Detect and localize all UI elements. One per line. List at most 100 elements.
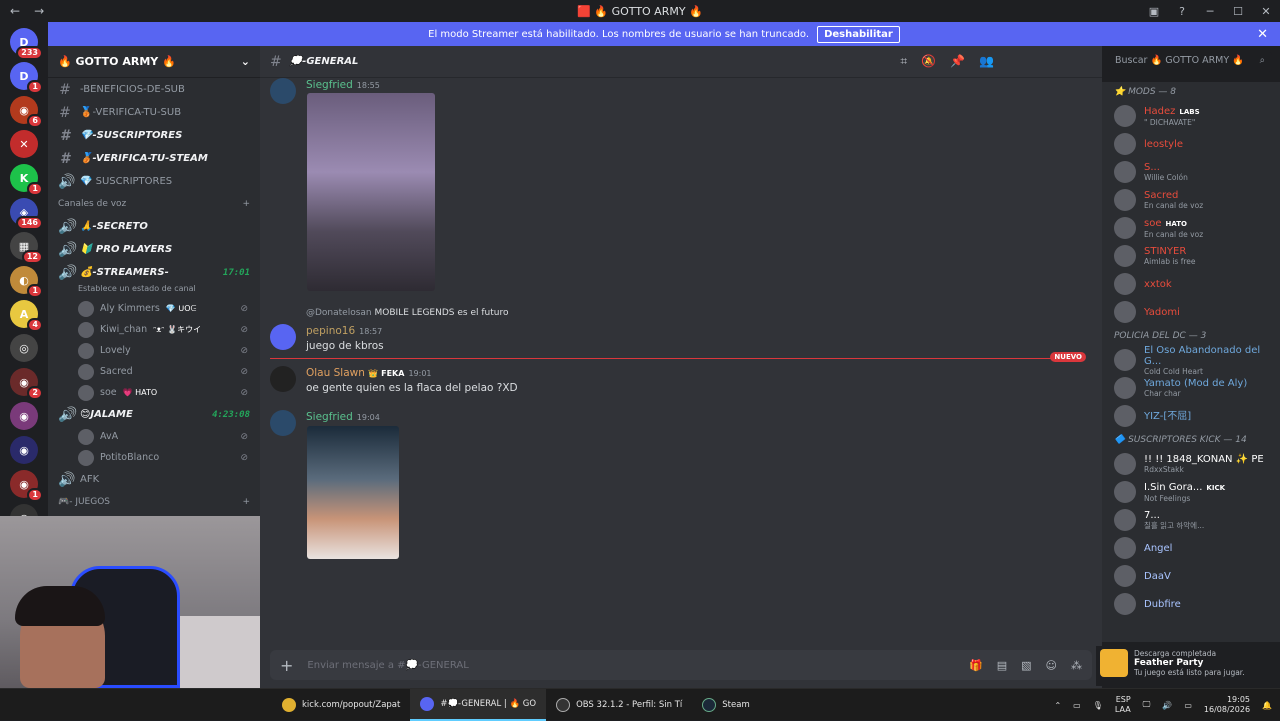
channel-status[interactable]: Establece un estado de canal [48, 284, 260, 298]
member-item[interactable]: STINYER Aimlab is free [1102, 242, 1280, 270]
server-icon[interactable]: D 233 [10, 28, 43, 60]
member-item[interactable]: leostyle [1102, 130, 1280, 158]
username[interactable]: pepino16 [306, 325, 355, 337]
inbox-icon[interactable]: ▣ [1140, 5, 1168, 18]
text-channel[interactable]: # 🥉-VERIFICA-TU-STEAM [48, 147, 260, 170]
guild-header[interactable]: 🔥 GOTTO ARMY 🔥 ⌄ [48, 46, 260, 78]
avatar[interactable] [270, 410, 296, 436]
member-item[interactable]: !! !! 1848_KONAN ✨ PE RdxxStakk [1102, 450, 1280, 478]
gift-icon[interactable]: 🎁 [969, 659, 983, 672]
member-item[interactable]: S... Willie Colón [1102, 158, 1280, 186]
member-item[interactable]: Yamato (Mod de Aly) Char char [1102, 374, 1280, 402]
avatar[interactable] [270, 78, 296, 104]
notification-icon[interactable]: 🔔 [1262, 701, 1272, 710]
server-icon[interactable]: ✕ [10, 130, 38, 158]
member-item[interactable]: DaaV [1102, 562, 1280, 590]
add-channel-icon[interactable]: + [242, 497, 250, 507]
voice-channel-jalame[interactable]: 🔊 😊JALAME 4:23:08 [48, 403, 260, 426]
gif-icon[interactable]: ▤ [997, 659, 1007, 672]
text-channel[interactable]: # -BENEFICIOS-DE-SUB [48, 78, 260, 101]
taskbar-app-obs[interactable]: OBS 32.1.2 - Perfil: Sin Tí [546, 689, 692, 721]
add-attachment-icon[interactable]: + [280, 656, 293, 675]
server-icon[interactable]: ▦ 12 [10, 232, 43, 264]
message-input[interactable]: + Enviar mensaje a #💭-GENERAL 🎁 ▤ ▧ ☺ ⁂ [270, 650, 1092, 680]
member-item[interactable]: El Oso Abandonado del G... Cold Cold Hear… [1102, 345, 1280, 376]
voice-channel-streamers[interactable]: 🔊 💰-STREAMERS- 17:01 [48, 261, 260, 284]
member-item[interactable]: Hadez LABS " DICHAVATE" [1102, 102, 1280, 130]
member-item[interactable]: YIZ-[不屈] [1102, 402, 1280, 430]
member-item[interactable]: 7... 칠흘 읽고 하악에... [1102, 506, 1280, 534]
voice-user[interactable]: PotitoBlanco ⊘ [48, 447, 260, 468]
member-item[interactable]: Yadomi [1102, 298, 1280, 326]
server-icon[interactable]: ◎ [10, 334, 38, 362]
voice-channel-secreto[interactable]: 🔊 🙏-SECRETO [48, 215, 260, 238]
voice-user[interactable]: Kiwi_chan ᵔᴥᵔ 🐰キウイ ⊘ [48, 319, 260, 340]
avatar[interactable] [270, 324, 296, 350]
search-input[interactable]: Buscar 🔥 GOTTO ARMY 🔥 ⌕ [1108, 52, 1272, 72]
tray-expand-icon[interactable]: ⌃ [1054, 701, 1061, 710]
games-category[interactable]: 🎮- JUEGOS + [48, 491, 260, 513]
text-channel[interactable]: # 💎-SUSCRIPTORES [48, 124, 260, 147]
maximize-button[interactable]: ☐ [1224, 5, 1252, 18]
server-icon[interactable]: ◐ 1 [10, 266, 43, 298]
member-item[interactable]: xxtok [1102, 270, 1280, 298]
voice-channel-afk[interactable]: 🔊 AFK [48, 468, 260, 491]
server-icon[interactable]: A4 [10, 300, 43, 332]
server-icon[interactable]: ◉ 2 [10, 368, 43, 400]
server-icon[interactable]: ◉ 1 [10, 470, 43, 502]
server-icon[interactable]: ◉ 6 [10, 96, 43, 128]
avatar[interactable] [270, 366, 296, 392]
taskbar-app-discord[interactable]: #💭-GENERAL | 🔥 GO [410, 688, 547, 721]
add-channel-icon[interactable]: + [242, 199, 250, 209]
disable-button[interactable]: Deshabilitar [817, 25, 900, 43]
voice-category[interactable]: Canales de voz + [48, 193, 260, 215]
server-icon[interactable]: ◈ 146 [10, 198, 43, 230]
text-channel[interactable]: 🔊 💎 SUSCRIPTORES [48, 170, 260, 193]
reply-reference[interactable]: @Donatelosan MOBILE LEGENDS es el futuro [306, 308, 508, 318]
voice-channel-pro-players[interactable]: 🔊 🔰 PRO PLAYERS [48, 238, 260, 261]
sticker-icon[interactable]: ▧ [1021, 659, 1031, 672]
server-icon[interactable]: D1 [10, 62, 43, 94]
taskbar-app-steam[interactable]: Steam [692, 689, 759, 721]
back-button[interactable]: ← [10, 4, 20, 18]
text-channel[interactable]: # 🥉-VERIFICA-TU-SUB [48, 101, 260, 124]
server-icon[interactable]: ◉ [10, 436, 38, 464]
member-item[interactable]: Dubfire [1102, 590, 1280, 618]
members-icon[interactable]: 👥 [979, 54, 994, 69]
banner-close-icon[interactable]: ✕ [1257, 27, 1268, 42]
forward-button[interactable]: → [34, 4, 44, 18]
apps-icon[interactable]: ⁂ [1071, 659, 1082, 672]
member-item[interactable]: Angel [1102, 534, 1280, 562]
username[interactable]: Siegfried [306, 79, 353, 91]
add-member-icon[interactable]: ⌄ [241, 55, 250, 68]
voice-user[interactable]: soe 💗 HATO ⊘ [48, 382, 260, 403]
taskbar-app-chrome[interactable]: kick.com/popout/Zapat [272, 689, 410, 721]
member-item[interactable]: I.Sin Gora... KICK Not Feelings [1102, 478, 1280, 506]
member-item[interactable]: soe HATO En canal de voz [1102, 214, 1280, 242]
server-icon[interactable]: K1 [10, 164, 43, 196]
language-indicator[interactable]: ESP LAA [1115, 695, 1131, 715]
pin-icon[interactable]: 📌 [950, 54, 965, 69]
voice-user[interactable]: Aly Kimmers 💎 ᑌOᕮ ⊘ [48, 298, 260, 319]
close-button[interactable]: ✕ [1252, 5, 1280, 18]
threads-icon[interactable]: ⌗ [900, 54, 907, 69]
battery-icon[interactable]: ▭ [1184, 701, 1192, 710]
display-icon[interactable]: ▭ [1073, 701, 1081, 710]
volume-icon[interactable]: 🔊 [1162, 701, 1172, 710]
voice-user[interactable]: Lovely ⊘ [48, 340, 260, 361]
image-attachment[interactable] [307, 426, 399, 559]
minimize-button[interactable]: ─ [1196, 5, 1224, 18]
username[interactable]: Olau Slawn [306, 367, 365, 379]
member-item[interactable]: Sacred En canal de voz [1102, 186, 1280, 214]
image-attachment[interactable] [307, 93, 435, 291]
download-notification[interactable]: Descarga completada Feather Party Tu jue… [1096, 646, 1280, 686]
emoji-icon[interactable]: ☺ [1046, 659, 1057, 672]
server-icon[interactable]: ◉ [10, 402, 38, 430]
network-icon[interactable]: 🖵 [1143, 700, 1151, 710]
voice-user[interactable]: AvA ⊘ [48, 426, 260, 447]
clock[interactable]: 19:05 16/08/2026 [1204, 695, 1250, 715]
help-icon[interactable]: ? [1168, 5, 1196, 18]
microphone-icon[interactable]: 🎙 [1093, 701, 1103, 710]
mute-icon[interactable]: 🔕 [921, 54, 936, 69]
username[interactable]: Siegfried [306, 411, 353, 423]
